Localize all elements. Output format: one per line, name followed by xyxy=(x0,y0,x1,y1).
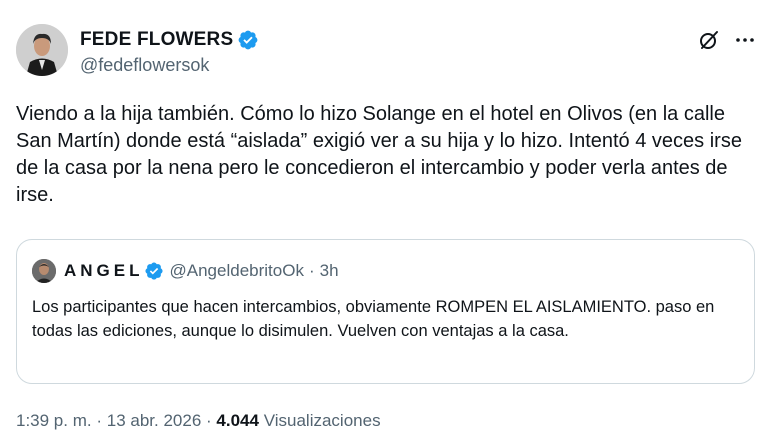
views-count[interactable]: 4.044 xyxy=(216,411,259,430)
quoted-text: Los participantes que hacen intercambios… xyxy=(32,298,715,340)
tweet-date[interactable]: 13 abr. 2026 xyxy=(107,411,202,430)
quoted-author-avatar[interactable] xyxy=(32,259,56,283)
views-label: Visualizaciones xyxy=(263,411,381,430)
verified-badge-icon xyxy=(144,261,164,281)
author-display-name[interactable]: FEDE FLOWERS xyxy=(80,29,233,51)
author-name-row: FEDE FLOWERS xyxy=(80,29,259,51)
quoted-header: ANGEL @AngeldebritoOk · 3h xyxy=(64,259,339,283)
verified-badge-icon xyxy=(237,29,259,51)
tweet-time[interactable]: 1:39 p. m. xyxy=(16,411,92,430)
tweet-meta: 1:39 p. m. · 13 abr. 2026 · 4.044 Visual… xyxy=(16,411,381,431)
quoted-display-name[interactable]: ANGEL xyxy=(64,259,144,283)
tweet-text: Viendo a la hija también. Cómo lo hizo S… xyxy=(16,103,742,206)
author-avatar[interactable] xyxy=(16,24,68,76)
grok-icon[interactable] xyxy=(697,28,721,52)
author-handle[interactable]: @fedeflowersok xyxy=(80,55,209,76)
quoted-timestamp[interactable]: 3h xyxy=(320,259,339,283)
more-options-icon[interactable] xyxy=(733,28,757,52)
quoted-handle[interactable]: @AngeldebritoOk xyxy=(170,259,304,283)
meta-separator: · xyxy=(206,411,212,430)
quoted-tweet[interactable]: ANGEL @AngeldebritoOk · 3h Los participa… xyxy=(16,239,755,384)
quoted-separator: · xyxy=(308,261,315,280)
meta-separator: · xyxy=(96,411,103,430)
